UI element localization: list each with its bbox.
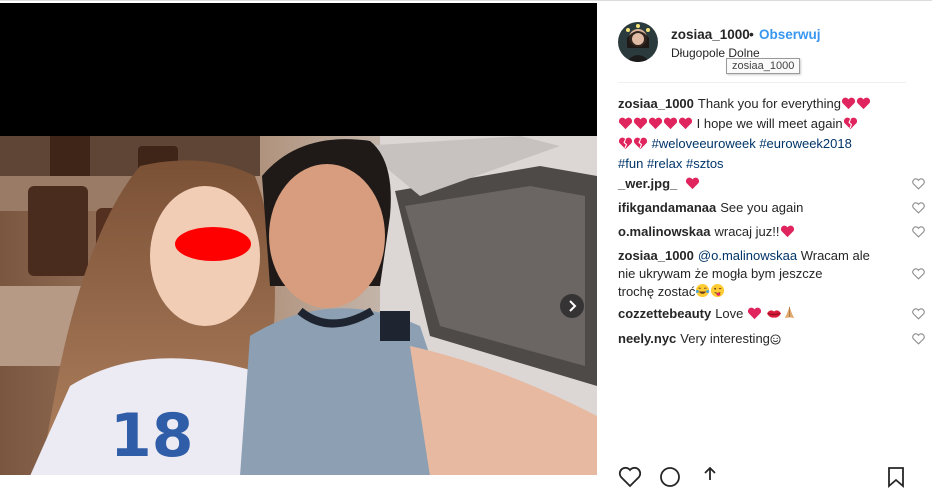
svg-text:18: 18 [110,401,194,471]
comment-author[interactable]: zosiaa_1000 [618,248,694,263]
comment-author[interactable]: ifikgandamanaa [618,200,716,215]
comment-author[interactable]: cozzettebeauty [618,306,711,321]
comment-text: nie ukrywam że mogła bym jeszcze [618,266,823,281]
caption-author[interactable]: zosiaa_1000 [618,96,694,111]
winking-tongue-emoji [710,283,725,303]
caption: zosiaa_1000 Thank you for everything I ho… [618,95,898,173]
heart-outline-icon[interactable] [912,268,925,280]
red-heart-emoji [648,117,663,135]
mention-link[interactable]: @o.malinowskaa [698,248,797,263]
tears-of-joy-emoji [695,283,710,303]
comment-text: See you again [720,200,804,215]
heart-outline-icon[interactable] [912,178,925,190]
post-side-panel: zosiaa_1000 • Obserwuj Długopole Dolne z… [598,3,932,488]
hashtag-link[interactable]: #fun [618,156,643,171]
kiss-lips-emoji [766,307,782,325]
comment-text: Love [715,306,744,321]
comment-item: zosiaa_1000 @o.malinowskaa Wracam ale nie… [618,247,898,303]
red-heart-emoji [678,117,693,135]
avatar-image [618,22,658,62]
post-media: 18 [0,3,597,475]
comment-item: neely.nyc Very interesting [618,330,898,350]
post-photo[interactable]: 18 [0,136,597,475]
comment-text: Very interesting [680,331,770,346]
follow-button[interactable]: Obserwuj [759,27,821,42]
action-bar [618,466,918,488]
comment-text: trochę zostać [618,284,696,299]
heart-outline-icon[interactable] [912,226,925,238]
red-heart-emoji [618,117,633,135]
red-heart-emoji [856,97,871,115]
bookmark-icon[interactable] [886,466,906,488]
selfie-photo: 18 [0,136,597,475]
red-heart-emoji [841,97,856,115]
post-username[interactable]: zosiaa_1000 [671,27,750,42]
comment-author[interactable]: o.malinowskaa [618,224,710,239]
post-header: zosiaa_1000 • Obserwuj Długopole Dolne z… [598,3,932,81]
username-tooltip: zosiaa_1000 [726,58,801,74]
chevron-right-icon [569,300,577,312]
broken-heart-emoji [618,137,633,155]
header-divider [618,82,906,83]
comment-item: cozzettebeauty Love [618,305,898,325]
praying-hands-emoji [782,305,797,325]
broken-heart-emoji [633,137,648,155]
avatar[interactable] [618,22,658,62]
hashtag-link[interactable]: #weloveeuroweek [652,136,756,151]
hashtag-link[interactable]: #relax [647,156,682,171]
red-heart-emoji [747,307,762,325]
broken-heart-emoji [843,117,858,135]
comment-item: _wer.jpg_ [618,175,898,195]
share-icon[interactable] [698,466,722,488]
comment-author[interactable]: neely.nyc [618,331,676,346]
comment-author[interactable]: _wer.jpg_ [618,176,677,191]
comment-text: wracaj juz!! [714,224,780,239]
caption-text-2: I hope we will meet again [693,116,843,131]
hashtag-link[interactable]: #sztos [686,156,724,171]
caption-text-1: Thank you for everything [697,96,841,111]
separator-dot: • [749,26,754,42]
speech-bubble-icon[interactable] [658,466,682,488]
red-heart-emoji [685,177,700,195]
red-heart-emoji [633,117,648,135]
comment-item: o.malinowskaa wracaj juz!! [618,223,898,243]
heart-outline-icon[interactable] [618,466,642,488]
hashtag-link[interactable]: #euroweek2018 [759,136,852,151]
smile-emoji [770,332,781,350]
heart-outline-icon[interactable] [912,333,925,345]
next-image-button[interactable] [560,294,584,318]
heart-outline-icon[interactable] [912,202,925,214]
comment-item: ifikgandamanaa See you again [618,199,898,217]
heart-outline-icon[interactable] [912,308,925,320]
comment-text: Wracam ale [797,248,870,263]
red-heart-emoji [780,225,795,243]
post-modal: 18 zosiaa_1000 • Obserwuj Długopole Doln… [0,0,932,488]
red-heart-emoji [663,117,678,135]
